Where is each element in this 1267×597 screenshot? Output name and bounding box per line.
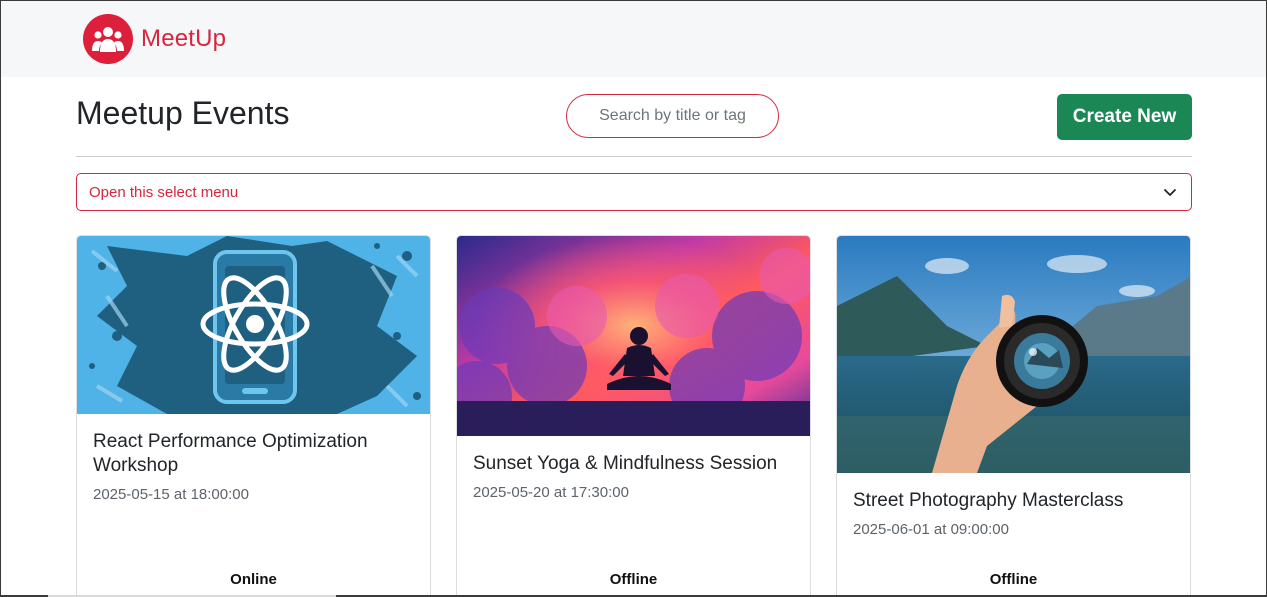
- event-mode: Online: [230, 571, 277, 588]
- search-input[interactable]: [566, 94, 779, 138]
- event-title: React Performance Optimization Workshop: [93, 431, 368, 476]
- chevron-down-icon: [1163, 185, 1177, 204]
- camera-lens-lake-image: [837, 236, 1190, 473]
- event-card[interactable]: Sunset Yoga & Mindfulness Session 2025-0…: [456, 235, 811, 596]
- users-group-icon: [83, 14, 133, 64]
- event-card[interactable]: Street Photography Masterclass 2025-06-0…: [836, 235, 1191, 596]
- divider: [76, 156, 1192, 157]
- navbar: MeetUp: [1, 1, 1266, 77]
- app-window: MeetUp Meetup Events Create New Open thi…: [0, 0, 1267, 596]
- react-logo-phone-image: [77, 236, 430, 414]
- event-date: 2025-05-20 at 17:30:00: [473, 484, 629, 501]
- event-title: Street Photography Masterclass: [853, 490, 1124, 511]
- card-body: React Performance Optimization Workshop …: [77, 414, 430, 503]
- filter-select[interactable]: Open this select menu: [76, 173, 1192, 211]
- create-new-button[interactable]: Create New: [1057, 94, 1192, 140]
- event-date: 2025-05-15 at 18:00:00: [93, 486, 249, 503]
- meditation-sunset-image: [457, 236, 810, 436]
- card-body: Sunset Yoga & Mindfulness Session 2025-0…: [457, 436, 810, 501]
- event-card[interactable]: React Performance Optimization Workshop …: [76, 235, 431, 596]
- event-mode: Offline: [989, 571, 1038, 588]
- page-title: Meetup Events: [76, 95, 290, 131]
- brand-link[interactable]: MeetUp: [83, 14, 226, 64]
- event-title: Sunset Yoga & Mindfulness Session: [473, 453, 778, 474]
- event-mode: Offline: [609, 571, 658, 588]
- filter-select-value: Open this select menu: [89, 183, 239, 201]
- card-body: Street Photography Masterclass 2025-06-0…: [837, 473, 1190, 538]
- event-date: 2025-06-01 at 09:00:00: [853, 521, 1009, 538]
- brand-name: MeetUp: [141, 25, 227, 52]
